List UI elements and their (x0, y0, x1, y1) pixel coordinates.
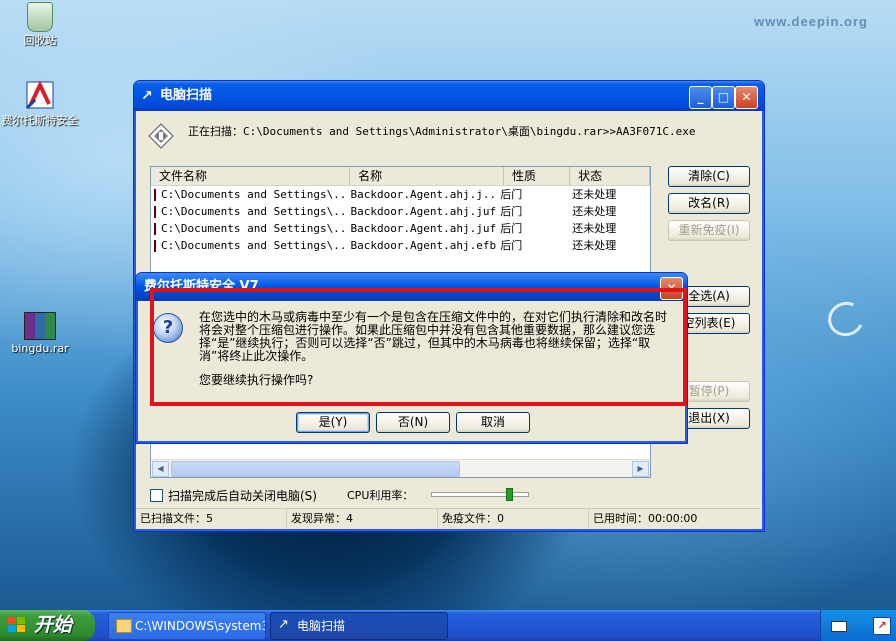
slider-knob[interactable] (506, 488, 513, 501)
close-button[interactable]: ✕ (735, 86, 758, 109)
status-found: 发现异常：4 (287, 509, 438, 529)
cpu-usage-label: CPU利用率： (347, 489, 414, 502)
clear-button[interactable]: 清除(C) (668, 166, 750, 187)
row-name: Backdoor.Agent.ahj.j... (350, 188, 497, 201)
table-row[interactable]: C:\Documents and Settings\... Backdoor.A… (151, 237, 650, 254)
highlight-annotation-box (150, 288, 687, 406)
row-file: C:\Documents and Settings\... (161, 205, 347, 218)
row-state: 还未处理 (572, 239, 617, 252)
auto-shutdown-label: 扫描完成后自动关闭电脑(S) (168, 489, 317, 503)
start-label: 开始 (34, 614, 73, 636)
status-elapsed: 已用时间：00:00:00 (593, 512, 698, 525)
column-file-name[interactable]: 文件名称 (151, 167, 351, 185)
row-kind: 后门 (500, 222, 523, 235)
scrollbar-thumb[interactable] (171, 461, 460, 477)
start-button[interactable]: 开始 (0, 610, 95, 641)
desktop-icon-label: 费尔托斯特安全 (1, 114, 79, 127)
row-name: Backdoor.Agent.ahj.juff (350, 205, 497, 218)
row-file: C:\Documents and Settings\... (161, 188, 347, 201)
auto-shutdown-checkbox[interactable]: 扫描完成后自动关闭电脑(S) (150, 487, 317, 504)
row-kind: 后门 (500, 239, 523, 252)
cancel-button[interactable]: 取消 (456, 412, 530, 433)
scroll-right-icon[interactable]: ▶ (632, 461, 649, 477)
table-row[interactable]: C:\Documents and Settings\... Backdoor.A… (151, 203, 650, 220)
row-file: C:\Documents and Settings\... (161, 239, 347, 252)
row-file: C:\Documents and Settings\... (161, 222, 347, 235)
row-kind: 后门 (500, 205, 523, 218)
table-row[interactable]: C:\Documents and Settings\... Backdoor.A… (151, 186, 650, 203)
winrar-archive-icon (24, 312, 56, 340)
reimmune-button[interactable]: 重新免疫(I) (668, 220, 750, 241)
desktop-icon-label: 回收站 (23, 34, 57, 47)
desktop-icon-label: bingdu.rar (11, 342, 69, 355)
row-state: 还未处理 (572, 222, 617, 235)
maximize-button[interactable]: □ (712, 86, 735, 109)
threat-list-header: 文件名称 名称 性质 状态 (151, 167, 650, 186)
scan-progress-row: 正在扫描：C:\Documents and Settings\Administr… (148, 121, 748, 151)
taskbar-item-scan[interactable]: ↗ 电脑扫描 (270, 612, 448, 640)
taskbar-item-label: 电脑扫描 (297, 619, 346, 633)
row-name: Backdoor.Agent.ahj.juff (350, 222, 497, 235)
scanning-label: 正在扫描： (188, 125, 243, 138)
no-button[interactable]: 否(N) (376, 412, 450, 433)
folder-icon (116, 619, 132, 633)
rename-button[interactable]: 改名(R) (668, 193, 750, 214)
desktop-icon-recycle-bin[interactable]: 回收站 (0, 2, 80, 47)
minimize-button[interactable]: _ (689, 86, 712, 109)
column-kind[interactable]: 性质 (504, 167, 571, 185)
taskbar-item-label: C:\WINDOWS\system32 (135, 619, 266, 633)
taskbar: 开始 C:\WINDOWS\system32 ↗ 电脑扫描 ↗ (0, 610, 896, 641)
desktop-icon-bingdu-rar[interactable]: bingdu.rar (0, 312, 80, 355)
scan-window-title: 电脑扫描 (160, 88, 213, 103)
desktop-icon-feier[interactable]: 费尔托斯特安全 (0, 80, 80, 127)
status-immune: 免疫文件：0 (438, 509, 589, 529)
keyboard-icon[interactable] (831, 621, 847, 632)
checkbox-box[interactable] (150, 489, 163, 502)
scanning-path: C:\Documents and Settings\Administrator\… (243, 125, 696, 138)
row-state: 还未处理 (572, 188, 617, 201)
yes-button[interactable]: 是(Y) (296, 412, 370, 433)
row-kind: 后门 (500, 188, 523, 201)
column-state[interactable]: 状态 (570, 167, 650, 185)
feier-shield-icon (24, 80, 56, 112)
arrow-icon: ↗ (278, 617, 289, 632)
windows-logo-icon (8, 617, 26, 633)
scan-diamond-icon (148, 123, 174, 149)
row-state: 还未处理 (572, 205, 617, 218)
scan-window-titlebar[interactable]: ↗ 电脑扫描 _ □ ✕ (134, 81, 764, 111)
feier-tray-icon[interactable]: ↗ (873, 617, 891, 635)
scroll-left-icon[interactable]: ◀ (152, 461, 169, 477)
status-bar: 已扫描文件：5 发现异常：4 免疫文件：0 已用时间：00:00:00 (136, 508, 760, 529)
brand-watermark: www.deepin.org (754, 14, 868, 29)
status-scanned: 已扫描文件：5 (136, 509, 287, 529)
column-name[interactable]: 名称 (350, 167, 504, 185)
recycle-bin-icon (27, 2, 53, 32)
cpu-usage-slider[interactable] (431, 488, 529, 501)
row-name: Backdoor.Agent.ahj.efbe (350, 239, 497, 252)
horizontal-scrollbar[interactable]: ◀ ▶ (151, 459, 650, 477)
table-row[interactable]: C:\Documents and Settings\... Backdoor.A… (151, 220, 650, 237)
arrow-icon: ↗ (141, 88, 153, 104)
taskbar-item-system32[interactable]: C:\WINDOWS\system32 (108, 612, 266, 640)
system-tray: ↗ (820, 610, 896, 641)
water-drop-decoration (823, 296, 869, 342)
